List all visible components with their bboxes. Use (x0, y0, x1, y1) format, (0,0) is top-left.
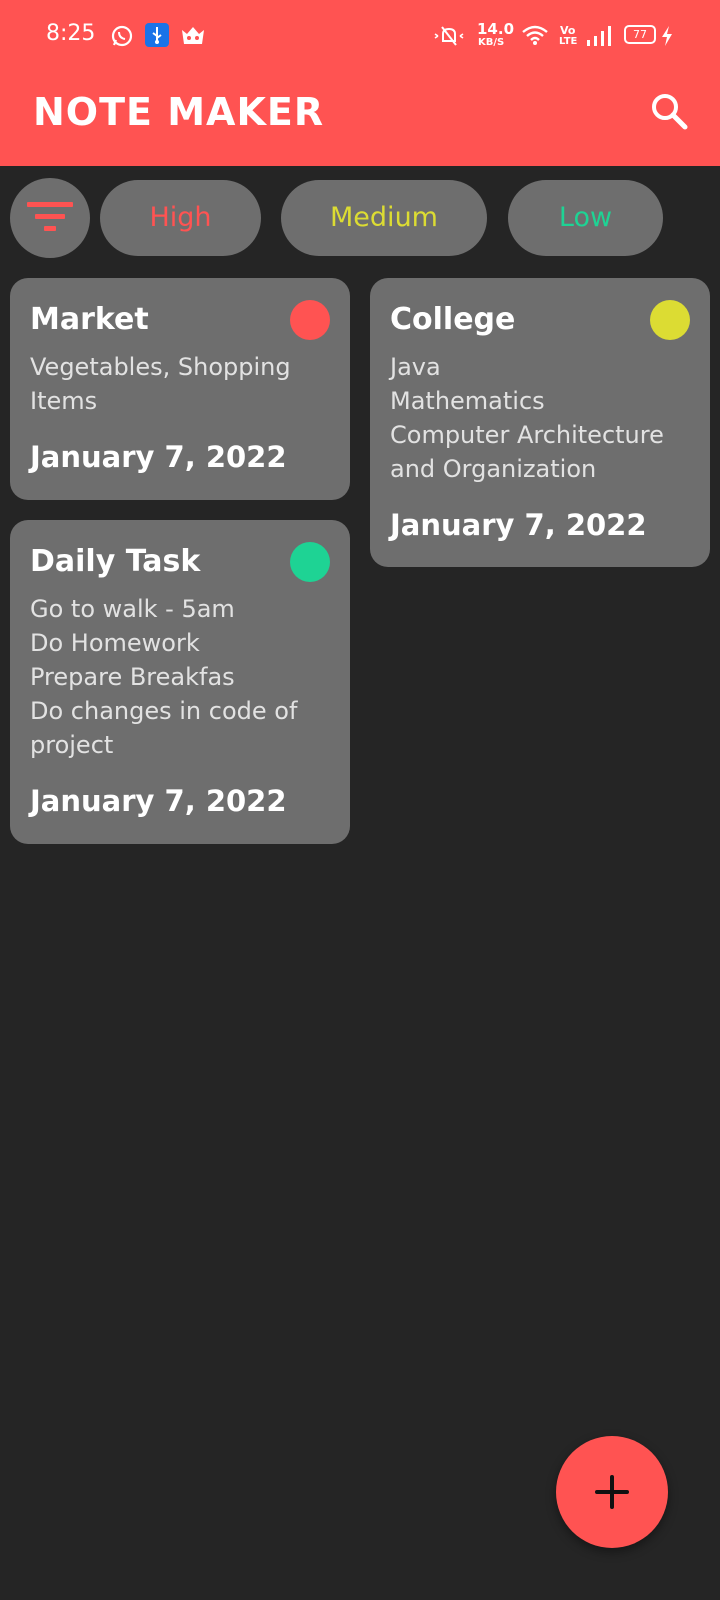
note-title: Daily Task (30, 544, 201, 579)
whatsapp-icon (110, 24, 134, 52)
wifi-icon (521, 24, 549, 50)
signal-icon (586, 25, 612, 51)
search-button[interactable] (648, 90, 692, 134)
net-speed-value: 14.0 (477, 20, 515, 38)
battery-indicator: 77 (624, 25, 656, 44)
status-bar: 8:25 14.0 KB/S Vo LTE 77 (0, 0, 720, 72)
note-card-market[interactable]: Market Vegetables, Shopping Items Januar… (10, 278, 350, 500)
usb-icon (145, 23, 169, 51)
filter-chip-medium[interactable]: Medium (281, 180, 487, 256)
note-card-daily-task[interactable]: Daily Task Go to walk - 5am Do Homework … (10, 520, 350, 844)
filter-icon (27, 202, 73, 231)
net-speed-unit: KB/S (478, 37, 505, 48)
note-title: Market (30, 302, 149, 337)
filter-button[interactable] (10, 178, 90, 258)
filter-chip-high[interactable]: High (100, 180, 261, 256)
volte-bottom: LTE (559, 36, 578, 47)
app-title: NOTE MAKER (33, 90, 325, 134)
note-body: Java Mathematics Computer Architecture a… (390, 353, 664, 483)
note-body: Vegetables, Shopping Items (30, 353, 291, 415)
filter-chip-low[interactable]: Low (508, 180, 663, 256)
charging-icon (660, 25, 674, 51)
app-bar: 8:25 14.0 KB/S Vo LTE 77 NOTE MAKER (0, 0, 720, 166)
search-icon (652, 94, 688, 130)
priority-indicator-medium (650, 300, 690, 340)
plus-icon (595, 1475, 629, 1509)
note-date: January 7, 2022 (30, 784, 287, 818)
app-notification-icon (180, 24, 206, 50)
add-note-button[interactable] (556, 1436, 668, 1548)
note-body: Go to walk - 5am Do Homework Prepare Bre… (30, 595, 298, 759)
status-time: 8:25 (46, 21, 96, 46)
note-date: January 7, 2022 (390, 508, 647, 542)
priority-indicator-low (290, 542, 330, 582)
note-date: January 7, 2022 (30, 440, 287, 474)
note-card-college[interactable]: College Java Mathematics Computer Archit… (370, 278, 710, 567)
note-title: College (390, 302, 516, 337)
priority-indicator-high (290, 300, 330, 340)
mute-bell-icon (434, 24, 464, 52)
